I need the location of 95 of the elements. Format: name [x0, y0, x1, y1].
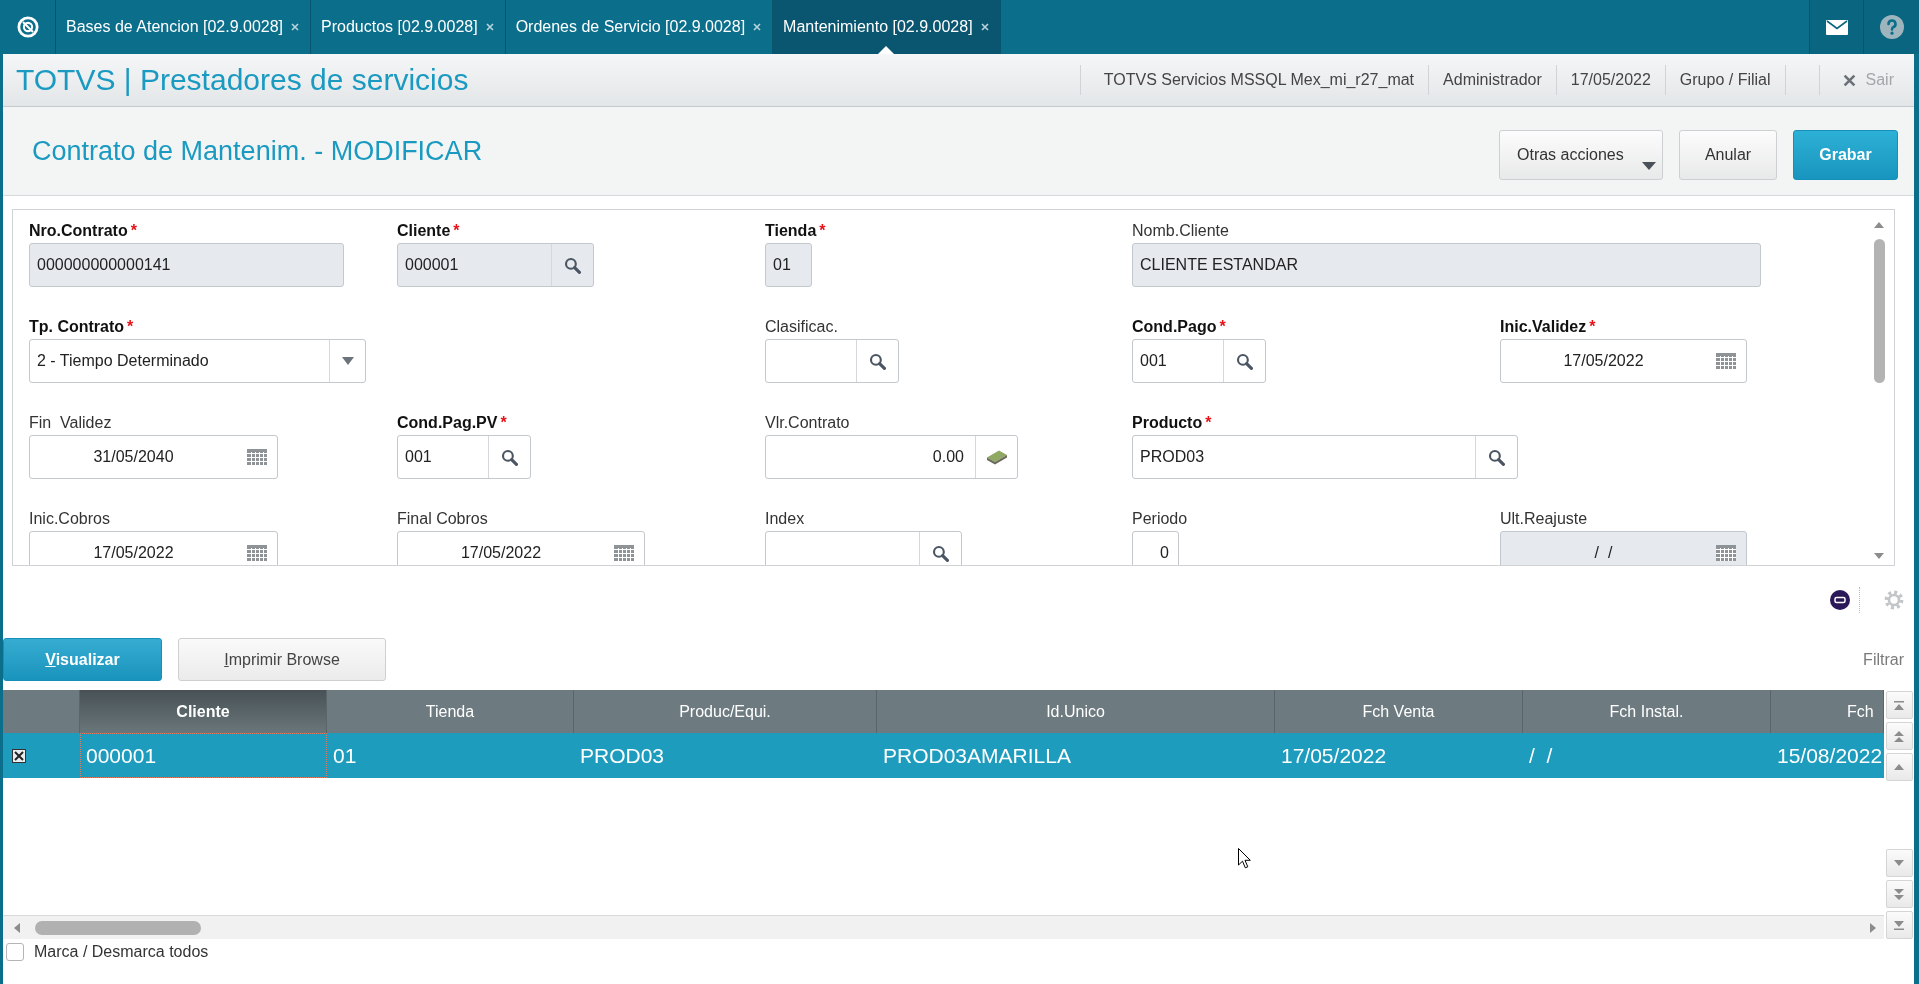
money-icon[interactable] [985, 449, 1008, 465]
select-all-checkbox[interactable] [6, 943, 24, 961]
field-label: Vlr.Contrato [765, 413, 851, 433]
amount-field[interactable]: 0.00 [765, 435, 1018, 479]
up-arrow-icon [1894, 764, 1904, 770]
disc-icon[interactable] [1830, 590, 1850, 610]
scroll-left-icon[interactable] [14, 922, 20, 933]
field-label: Tienda * [765, 221, 827, 241]
table-cell-text: 17/05/2022 [1280, 742, 1388, 769]
scroll-to-top-button[interactable] [1885, 691, 1913, 719]
scroll-down-icon[interactable] [1874, 553, 1884, 559]
table-cell-text: / / [1528, 742, 1554, 769]
field-label: Cond.Pag.PV * [397, 413, 508, 433]
close-icon[interactable] [291, 23, 300, 31]
double-down-arrow-icon [1894, 888, 1904, 900]
down-arrow-icon [1894, 860, 1904, 866]
checkbox-label: Marca / Desmarca todos [34, 942, 209, 962]
search-icon[interactable] [932, 544, 949, 562]
date-field[interactable]: 17/05/2022 [29, 531, 278, 565]
more-actions-button[interactable]: Otras acciones [1499, 130, 1663, 180]
close-icon [1842, 73, 1856, 87]
scrollbar-thumb[interactable] [35, 920, 201, 935]
search-icon[interactable] [1488, 448, 1505, 466]
checkbox-icon[interactable] [12, 748, 26, 763]
field-label: Periodo [1132, 509, 1189, 529]
date-field[interactable]: 31/05/2040 [29, 435, 278, 479]
calendar-icon[interactable] [247, 449, 267, 465]
table-cell-text: 15/08/2022 [1776, 742, 1884, 769]
caret-icon [1642, 162, 1656, 170]
close-icon[interactable] [980, 23, 989, 31]
header-info: Administrador [1428, 65, 1556, 95]
date-field[interactable]: 17/05/2022 [397, 531, 645, 565]
settings-icon[interactable] [1884, 590, 1904, 610]
search-icon[interactable] [1236, 352, 1253, 370]
scroll-right-icon[interactable] [1870, 922, 1876, 933]
caret-icon[interactable] [341, 357, 354, 365]
field-label: Final Cobros [397, 509, 489, 529]
header-info: 17/05/2022 [1555, 65, 1665, 95]
header-info: Grupo / Filial [1664, 65, 1786, 95]
field-label: Producto * [1132, 413, 1213, 433]
field-label: Inic.Validez * [1500, 317, 1597, 337]
calendar-icon[interactable] [614, 545, 634, 561]
double-up-arrow-icon [1894, 730, 1904, 742]
lookup-field[interactable]: 001 [397, 435, 531, 479]
calendar-icon[interactable] [247, 545, 267, 561]
table-cell-text: 01 [332, 742, 358, 769]
field-label: Nomb.Cliente [1132, 221, 1230, 241]
field-label: Cond.Pago * [1132, 317, 1227, 337]
field-label: Nro.Contrato * [29, 221, 138, 241]
dropdown-field[interactable]: 2 - Tiempo Determinado [29, 339, 366, 383]
help-button[interactable] [1863, 0, 1919, 54]
form-title: Contrato de Mantenim. - MODIFICAR [32, 137, 483, 165]
date-field[interactable]: 17/05/2022 [1500, 339, 1747, 383]
bottom-arrow-icon [1894, 920, 1904, 930]
tab[interactable]: Mantenimiento [02.9.0028] [773, 0, 1001, 54]
field-label: Clasificac. [765, 317, 839, 337]
cancel-button[interactable]: Anular [1679, 130, 1777, 180]
scroll-down-button[interactable] [1885, 849, 1913, 877]
calendar-icon[interactable] [1716, 353, 1736, 369]
lookup-field[interactable]: 001 [1132, 339, 1266, 383]
field-label: Inic.Cobros [29, 509, 111, 529]
search-icon[interactable] [869, 352, 886, 370]
field-label: Ult.Reajuste [1500, 509, 1589, 529]
number-field[interactable]: 0 [1132, 531, 1179, 565]
table-cell-text: PROD03 [579, 742, 666, 769]
header-info: TOTVS Servicios MSSQL Mex_mi_r27_mat [1079, 65, 1429, 95]
page-up-button[interactable] [1885, 722, 1913, 750]
lookup-field[interactable] [765, 531, 962, 565]
column-header[interactable]: Cliente [80, 690, 327, 733]
field-label: Fin Validez [29, 413, 113, 433]
page-down-button[interactable] [1885, 880, 1913, 908]
search-icon[interactable] [501, 448, 518, 466]
mail-icon [1825, 19, 1848, 35]
horizontal-scrollbar[interactable] [3, 915, 1884, 939]
mail-button[interactable] [1809, 0, 1863, 54]
lookup-field[interactable] [765, 339, 899, 383]
field-label: Tp. Contrato * [29, 317, 135, 337]
scroll-to-bottom-button[interactable] [1885, 911, 1913, 939]
app-title: TOTVS | Prestadores de servicios [15, 65, 469, 95]
field-label: Cliente * [397, 221, 461, 241]
scroll-up-button[interactable] [1885, 753, 1913, 781]
table-cell-text: PROD03AMARILLA [882, 742, 1072, 769]
close-icon[interactable] [753, 23, 762, 31]
help-icon [1879, 15, 1904, 39]
scroll-up-icon[interactable] [1874, 222, 1884, 228]
top-arrow-icon [1894, 700, 1904, 710]
close-icon[interactable] [485, 23, 494, 31]
logo-icon[interactable] [16, 16, 39, 38]
mouse-cursor-icon [1238, 848, 1251, 869]
field-label: Index [765, 509, 806, 529]
lookup-field[interactable]: PROD03 [1132, 435, 1518, 479]
tab-pointer-icon [878, 46, 895, 54]
print-button[interactable]: Imprimir Browse [178, 638, 386, 681]
scrollbar-thumb[interactable] [1873, 239, 1885, 383]
filter-link[interactable]: Filtrar [1863, 647, 1904, 672]
